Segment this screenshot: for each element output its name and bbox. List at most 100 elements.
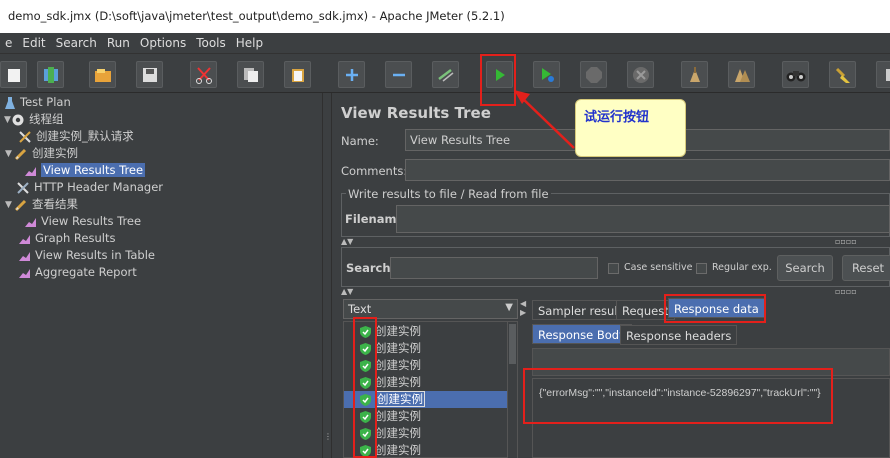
- list-item-selected[interactable]: 创建实例: [344, 391, 509, 408]
- reset-search-button[interactable]: [829, 61, 856, 88]
- pencil-icon: [14, 148, 27, 160]
- splitter-grip[interactable]: ▫▫▫▫: [835, 287, 857, 296]
- filename-field[interactable]: [396, 205, 890, 233]
- tree-item-request-default[interactable]: 创建实例_默认请求: [18, 128, 134, 145]
- regular-exp-checkbox[interactable]: [696, 263, 707, 274]
- wrench-icon: [17, 181, 29, 194]
- collapse-arrow[interactable]: ▼: [5, 200, 12, 210]
- expand-button[interactable]: [338, 61, 365, 88]
- success-shield-icon: [360, 342, 371, 355]
- divider-grip[interactable]: ⋮: [324, 432, 332, 441]
- menu-tools[interactable]: Tools: [191, 36, 231, 50]
- list-item[interactable]: 创建实例: [344, 323, 509, 340]
- tree-item-thread-group[interactable]: 线程组: [11, 111, 64, 128]
- paste-button[interactable]: [284, 61, 311, 88]
- renderer-select[interactable]: Text ▼: [343, 299, 518, 319]
- list-item[interactable]: 创建实例: [344, 425, 509, 442]
- annotation-callout: 试运行按钮: [575, 99, 686, 157]
- split-arrows-vertical[interactable]: ◀ ▶: [520, 299, 526, 317]
- collapse-icon: [392, 73, 405, 76]
- search-button[interactable]: Search: [777, 255, 833, 281]
- cut-button[interactable]: [190, 61, 217, 88]
- chart-icon: [25, 166, 36, 176]
- scrollbar-thumb[interactable]: [509, 324, 516, 364]
- tree-item-label: Graph Results: [35, 231, 116, 245]
- tree-item-aggregate-report[interactable]: Aggregate Report: [18, 264, 137, 281]
- list-item[interactable]: 创建实例: [344, 374, 509, 391]
- results-scrollbar[interactable]: [507, 322, 517, 458]
- function-helper-icon: [885, 68, 890, 81]
- open-button[interactable]: [89, 61, 116, 88]
- collapse-button[interactable]: [385, 61, 412, 88]
- collapse-arrow[interactable]: ▼: [4, 115, 11, 125]
- toggle-icon: [437, 68, 453, 82]
- clear-all-icon: [734, 68, 750, 82]
- menu-edit[interactable]: Edit: [17, 36, 50, 50]
- result-label: 创建实例: [375, 409, 421, 423]
- copy-icon: [243, 67, 258, 82]
- menu-options[interactable]: Options: [135, 36, 191, 50]
- list-item[interactable]: 创建实例: [344, 408, 509, 425]
- split-arrows[interactable]: ▲▼: [341, 237, 353, 246]
- result-label: 创建实例: [375, 426, 421, 440]
- case-sensitive-checkbox[interactable]: [608, 263, 619, 274]
- tab-sampler-result[interactable]: Sampler result: [532, 300, 629, 320]
- result-label: 创建实例: [375, 341, 421, 355]
- menu-search[interactable]: Search: [51, 36, 102, 50]
- tree-item-http-header-manager[interactable]: HTTP Header Manager: [16, 179, 163, 196]
- menu-file[interactable]: e: [0, 36, 17, 50]
- clear-icon: [689, 66, 700, 82]
- splitter-grip[interactable]: ▫▫▫▫: [835, 237, 857, 246]
- reset-button[interactable]: Reset: [842, 255, 890, 281]
- shutdown-icon: [632, 66, 649, 83]
- tree-item-test-plan[interactable]: Test Plan: [4, 94, 71, 111]
- copy-button[interactable]: [237, 61, 264, 88]
- function-helper-button[interactable]: [876, 61, 890, 88]
- tree-item-view-results[interactable]: 查看结果: [14, 196, 78, 213]
- tree-item-view-results-tree-selected[interactable]: View Results Tree: [24, 162, 146, 179]
- tree-item-create-instance[interactable]: 创建实例: [14, 145, 78, 162]
- collapse-arrow[interactable]: ▼: [5, 149, 12, 159]
- tree-item-label: HTTP Header Manager: [34, 180, 164, 194]
- comments-field[interactable]: [405, 159, 890, 181]
- search-button[interactable]: [782, 61, 809, 88]
- list-item[interactable]: 创建实例: [344, 340, 509, 357]
- menu-run[interactable]: Run: [102, 36, 135, 50]
- new-button[interactable]: [0, 61, 27, 88]
- split-arrows[interactable]: ▲▼: [341, 287, 353, 296]
- split-pane-divider[interactable]: [322, 93, 332, 458]
- sampler-icon: [19, 130, 31, 143]
- tab-request[interactable]: Request: [616, 300, 675, 320]
- clear-button[interactable]: [681, 61, 708, 88]
- toggle-button[interactable]: [432, 61, 459, 88]
- list-item[interactable]: 创建实例: [344, 442, 509, 458]
- tree-item-label: 创建实例_默认请求: [36, 129, 134, 143]
- shutdown-button[interactable]: [627, 61, 654, 88]
- search-input[interactable]: [390, 257, 598, 279]
- tree-item-view-results-tree[interactable]: View Results Tree: [24, 213, 141, 230]
- flask-icon: [5, 96, 15, 109]
- clear-all-button[interactable]: [728, 61, 755, 88]
- tree-item-graph-results[interactable]: Graph Results: [18, 230, 115, 247]
- tree-item-label: 查看结果: [32, 197, 78, 211]
- success-shield-icon: [360, 376, 371, 389]
- result-label: 创建实例: [375, 443, 421, 457]
- tree-item-view-results-table[interactable]: View Results in Table: [18, 247, 155, 264]
- comments-label: Comments:: [341, 164, 408, 178]
- menu-help[interactable]: Help: [231, 36, 268, 50]
- window-title: demo_sdk.jmx (D:\soft\java\jmeter\test_o…: [0, 0, 890, 33]
- tab-response-body[interactable]: Response Body: [532, 324, 632, 344]
- menu-bar: e Edit Search Run Options Tools Help: [0, 33, 890, 54]
- templates-button[interactable]: [37, 61, 64, 88]
- paste-icon: [291, 68, 304, 82]
- tree-item-label: 创建实例: [32, 146, 78, 160]
- list-item[interactable]: 创建实例: [344, 357, 509, 374]
- search-label: Search:: [346, 261, 396, 275]
- tab-response-data[interactable]: Response data: [668, 298, 765, 318]
- renderer-selected: Text: [348, 302, 372, 316]
- tab-response-headers[interactable]: Response headers: [620, 325, 738, 345]
- case-sensitive-label: Case sensitive: [624, 262, 693, 273]
- success-shield-icon: [360, 325, 371, 338]
- save-button[interactable]: [136, 61, 163, 88]
- write-results-group-label: Write results to file / Read from file: [346, 187, 551, 201]
